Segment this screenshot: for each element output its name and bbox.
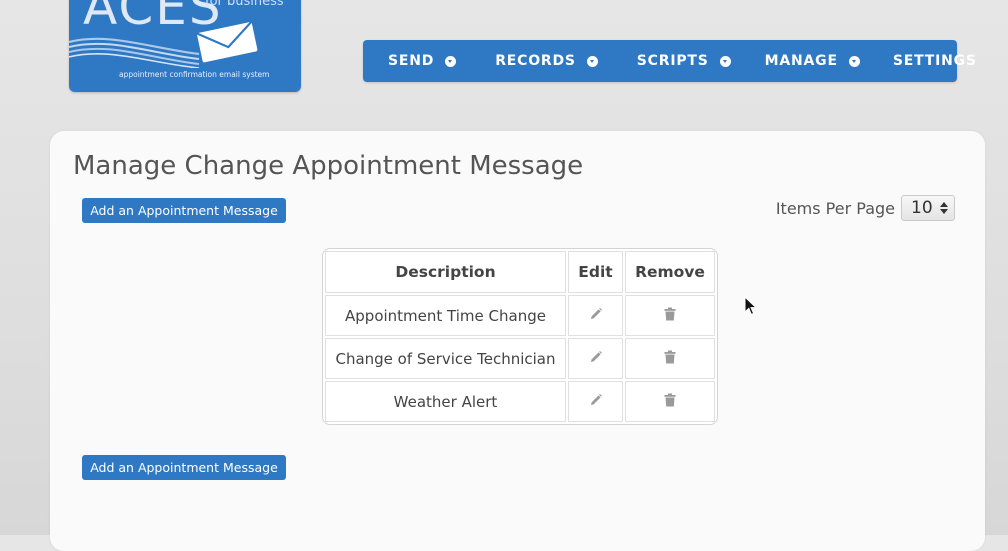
nav-records-label: RECORDS bbox=[495, 53, 576, 69]
edit-cell bbox=[568, 338, 623, 379]
row-description: Change of Service Technician bbox=[325, 338, 566, 379]
table-header-row: Description Edit Remove bbox=[325, 251, 715, 293]
chevron-down-icon bbox=[445, 55, 457, 67]
envelope-icon bbox=[196, 20, 258, 63]
logo-tagline: appointment confirmation email system bbox=[119, 70, 270, 79]
edit-cell bbox=[568, 295, 623, 336]
nav-send[interactable]: SEND bbox=[388, 53, 457, 69]
chevron-down-icon bbox=[586, 55, 598, 67]
pencil-icon[interactable] bbox=[589, 393, 603, 407]
nav-records[interactable]: RECORDS bbox=[495, 53, 598, 69]
table-row: Change of Service Technician bbox=[325, 338, 715, 379]
items-per-page-select[interactable]: 10 bbox=[901, 195, 955, 221]
remove-cell bbox=[625, 295, 715, 336]
items-per-page-label: Items Per Page bbox=[775, 198, 895, 218]
header-remove: Remove bbox=[625, 251, 715, 293]
row-description: Appointment Time Change bbox=[325, 295, 566, 336]
remove-cell bbox=[625, 381, 715, 422]
nav-settings[interactable]: SETTINGS bbox=[893, 53, 977, 69]
aces-logo[interactable]: ACES for business appointment confirmati… bbox=[69, 0, 301, 92]
content-panel: Manage Change Appointment Message Add an… bbox=[50, 131, 985, 551]
trash-icon[interactable] bbox=[664, 307, 676, 321]
nav-manage[interactable]: MANAGE bbox=[765, 53, 860, 69]
trash-icon[interactable] bbox=[664, 350, 676, 364]
edit-cell bbox=[568, 381, 623, 422]
nav-send-label: SEND bbox=[388, 53, 435, 69]
page-title: Manage Change Appointment Message bbox=[73, 151, 584, 181]
pencil-icon[interactable] bbox=[589, 350, 603, 364]
remove-cell bbox=[625, 338, 715, 379]
logo-subtitle: for business bbox=[205, 0, 284, 9]
messages-table: Description Edit Remove Appointment Time… bbox=[322, 248, 718, 425]
add-message-button-top[interactable]: Add an Appointment Message bbox=[82, 198, 286, 223]
nav-scripts[interactable]: SCRIPTS bbox=[637, 53, 731, 69]
add-message-button-bottom[interactable]: Add an Appointment Message bbox=[82, 455, 286, 480]
nav-manage-label: MANAGE bbox=[764, 53, 838, 69]
nav-scripts-label: SCRIPTS bbox=[636, 53, 709, 69]
header-description: Description bbox=[325, 251, 566, 293]
mouse-cursor-icon bbox=[744, 296, 758, 316]
nav-settings-label: SETTINGS bbox=[892, 53, 977, 69]
pencil-icon[interactable] bbox=[589, 307, 603, 321]
table-row: Weather Alert bbox=[325, 381, 715, 422]
trash-icon[interactable] bbox=[664, 393, 676, 407]
chevron-down-icon bbox=[719, 55, 731, 67]
row-description: Weather Alert bbox=[325, 381, 566, 422]
main-nav: SEND RECORDS SCRIPTS MANAGE SETTINGS bbox=[363, 40, 976, 82]
items-per-page-value: 10 bbox=[911, 198, 933, 218]
stepper-arrows-icon bbox=[940, 202, 948, 214]
chevron-down-icon bbox=[848, 55, 860, 67]
header-edit: Edit bbox=[568, 251, 623, 293]
items-per-page: Items Per Page 10 bbox=[776, 195, 955, 221]
table-row: Appointment Time Change bbox=[325, 295, 715, 336]
